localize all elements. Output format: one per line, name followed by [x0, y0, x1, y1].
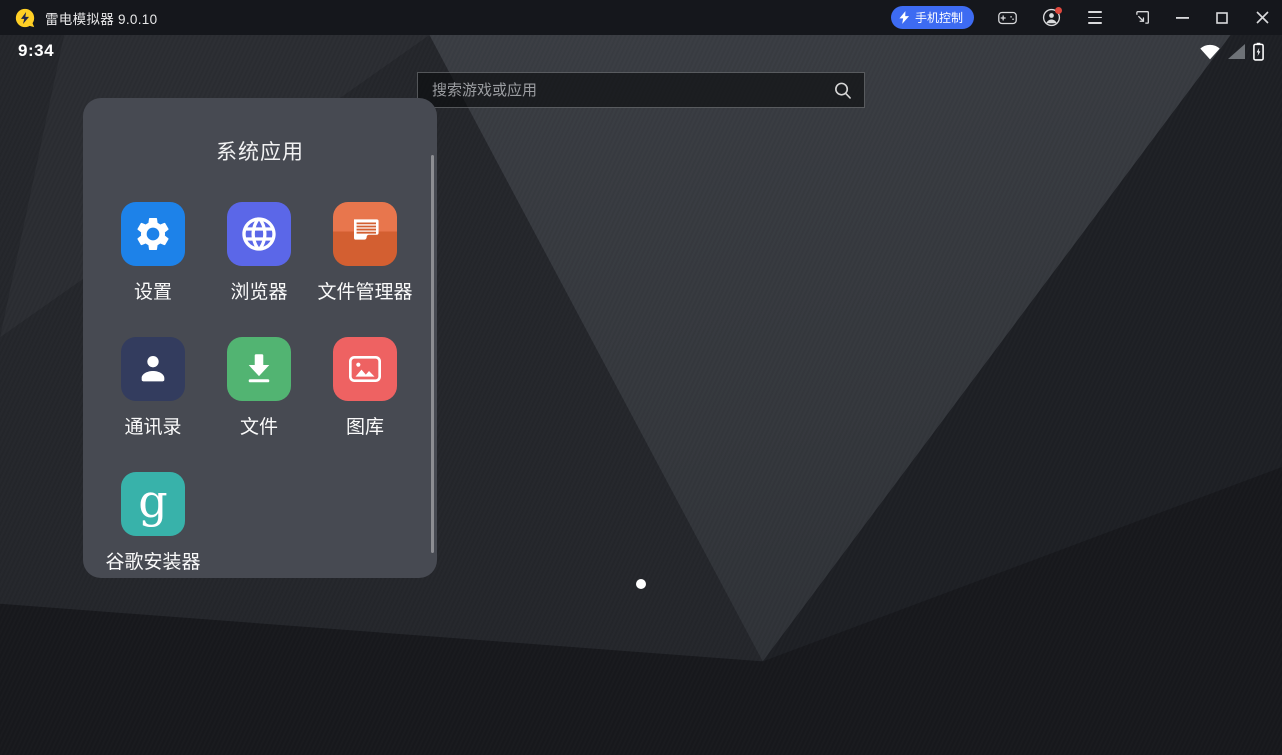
app-browser[interactable]: 浏览器 [206, 202, 312, 304]
window-title: 雷电模拟器 9.0.10 [45, 8, 157, 28]
emulator-window: 雷电模拟器 9.0.10 手机控制 [0, 0, 1282, 755]
android-screen: 9:34 [0, 35, 1282, 755]
ldplayer-logo-icon [14, 7, 36, 29]
folder-scrollbar[interactable] [431, 155, 434, 553]
notification-dot [1055, 7, 1062, 14]
app-label: 图库 [346, 412, 384, 439]
globe-icon [227, 202, 291, 266]
search-bar [417, 72, 865, 108]
image-icon [333, 337, 397, 401]
phone-control-label: 手机控制 [915, 9, 963, 26]
app-gallery[interactable]: 图库 [312, 337, 418, 439]
battery-charging-icon [1253, 42, 1264, 66]
wifi-icon [1200, 43, 1220, 65]
menu-icon[interactable] [1078, 0, 1112, 35]
gamepad-icon[interactable] [990, 0, 1024, 35]
letter-g-icon: g [121, 472, 185, 536]
app-settings[interactable]: 设置 [100, 202, 206, 304]
app-contacts[interactable]: 通讯录 [100, 337, 206, 439]
app-label: 谷歌安装器 [105, 547, 200, 574]
app-label: 通讯录 [124, 412, 181, 439]
app-files[interactable]: 文件 [206, 337, 312, 439]
app-label: 设置 [134, 277, 172, 304]
person-icon [121, 337, 185, 401]
account-icon[interactable] [1034, 0, 1068, 35]
lightning-icon [899, 11, 910, 24]
app-label: 浏览器 [230, 277, 287, 304]
app-grid: 设置 浏览器 文件管理器通讯录 文件 图库 g 谷歌安装器 [83, 202, 437, 574]
download-icon [227, 337, 291, 401]
app-file-manager[interactable]: 文件管理器 [312, 202, 418, 304]
mini-window-icon[interactable] [1122, 0, 1162, 35]
maximize-button[interactable] [1202, 0, 1242, 35]
app-label: 文件 [240, 412, 278, 439]
folder-title: 系统应用 [83, 98, 437, 166]
app-label: 文件管理器 [317, 277, 412, 304]
title-bar: 雷电模拟器 9.0.10 手机控制 [0, 0, 1282, 35]
folder-icon [333, 202, 397, 266]
minimize-button[interactable] [1162, 0, 1202, 35]
system-apps-folder: 系统应用 设置 浏览器 文件管理器通讯录 文件 图库 g 谷歌安装器 [83, 98, 437, 578]
close-button[interactable] [1242, 0, 1282, 35]
phone-control-button[interactable]: 手机控制 [891, 6, 974, 29]
app-google-installer[interactable]: g 谷歌安装器 [100, 472, 206, 574]
cellular-signal-icon [1227, 43, 1246, 65]
clock: 9:34 [18, 41, 54, 61]
search-input[interactable] [418, 82, 833, 99]
page-indicator-dot [636, 579, 646, 589]
gear-icon [121, 202, 185, 266]
search-icon[interactable] [833, 81, 852, 100]
